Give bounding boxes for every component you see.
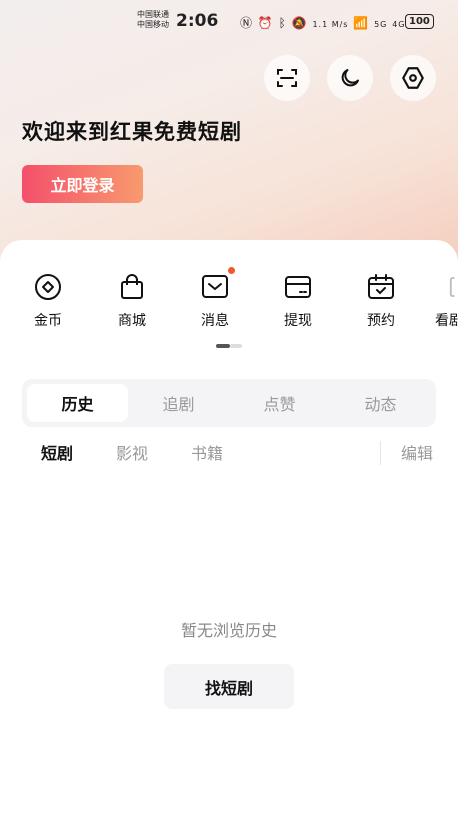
page-indicator — [216, 344, 242, 348]
scan-icon — [277, 69, 297, 87]
mute-icon: 🔕 — [291, 16, 308, 30]
nfc-icon: Ⓝ — [240, 16, 254, 30]
shopping-bag-icon — [121, 274, 143, 299]
carrier-labels: 中国联通 中国移动 — [137, 10, 169, 30]
wifi-icon: 📶 — [353, 16, 370, 30]
quick-item-reserve[interactable]: 预约 — [351, 272, 411, 330]
find-drama-button[interactable]: 找短剧 — [164, 664, 294, 709]
net-label-2: 4G — [392, 20, 406, 29]
tab-following[interactable]: 追剧 — [128, 384, 229, 422]
quick-item-messages[interactable]: 消息 — [185, 267, 245, 330]
sub-tabs: 短剧 影视 书籍 编辑 — [0, 440, 458, 466]
login-button[interactable]: 立即登录 — [22, 165, 143, 203]
quick-item-label: 看剧 — [435, 313, 458, 329]
main-tabs: 历史 追剧 点赞 动态 — [22, 379, 436, 427]
edit-button[interactable]: 编辑 — [401, 440, 433, 464]
quick-item-coins[interactable]: 金币 — [18, 272, 78, 330]
page-dot-active — [216, 344, 230, 348]
quick-item-label: 预约 — [367, 313, 395, 329]
alarm-icon: ⏰ — [257, 16, 274, 30]
battery-indicator: 100 — [405, 14, 434, 29]
message-icon — [202, 275, 228, 298]
moon-icon — [341, 69, 359, 87]
quick-item-label: 消息 — [201, 313, 229, 329]
subtab-film[interactable]: 影视 — [116, 440, 148, 464]
quick-actions: 金币 商城 消息 提现 预约 看剧 — [0, 267, 458, 332]
speed-label: 1.1 M/s — [312, 20, 349, 29]
page-dot — [230, 344, 242, 348]
quick-item-mall[interactable]: 商城 — [102, 272, 162, 330]
tab-history[interactable]: 历史 — [27, 384, 128, 422]
empty-state-text: 暂无浏览历史 — [180, 621, 277, 640]
tv-icon — [449, 277, 455, 297]
subtab-short-drama[interactable]: 短剧 — [41, 440, 73, 464]
carrier-1: 中国联通 — [137, 10, 169, 19]
coin-icon — [35, 274, 61, 300]
quick-item-withdraw[interactable]: 提现 — [268, 272, 328, 330]
subtab-books[interactable]: 书籍 — [191, 440, 223, 464]
quick-item-label: 提现 — [284, 313, 312, 329]
settings-button[interactable] — [390, 55, 436, 101]
scan-button[interactable] — [264, 55, 310, 101]
quick-item-label: 金币 — [34, 313, 62, 329]
dark-mode-button[interactable] — [327, 55, 373, 101]
quick-item-watch[interactable]: 看剧 — [425, 272, 458, 330]
tab-likes[interactable]: 点赞 — [229, 384, 330, 422]
calendar-icon — [368, 274, 394, 299]
status-bar: 中国联通 中国移动 2:06 Ⓝ ⏰ ᛒ 🔕 1.1 M/s 📶 5G 4G 1… — [0, 10, 458, 34]
wallet-icon — [285, 276, 311, 298]
status-icons: Ⓝ ⏰ ᛒ 🔕 1.1 M/s 📶 5G 4G — [240, 14, 406, 31]
net-label-1: 5G — [374, 20, 388, 29]
carrier-2: 中国移动 — [137, 20, 169, 29]
clock: 2:06 — [176, 11, 219, 31]
tab-activity[interactable]: 动态 — [330, 384, 431, 422]
welcome-title: 欢迎来到红果免费短剧 — [22, 120, 242, 144]
divider — [380, 441, 381, 465]
unread-badge — [228, 267, 235, 274]
bluetooth-icon: ᛒ — [278, 16, 287, 30]
quick-item-label: 商城 — [118, 313, 146, 329]
settings-icon — [402, 67, 424, 89]
